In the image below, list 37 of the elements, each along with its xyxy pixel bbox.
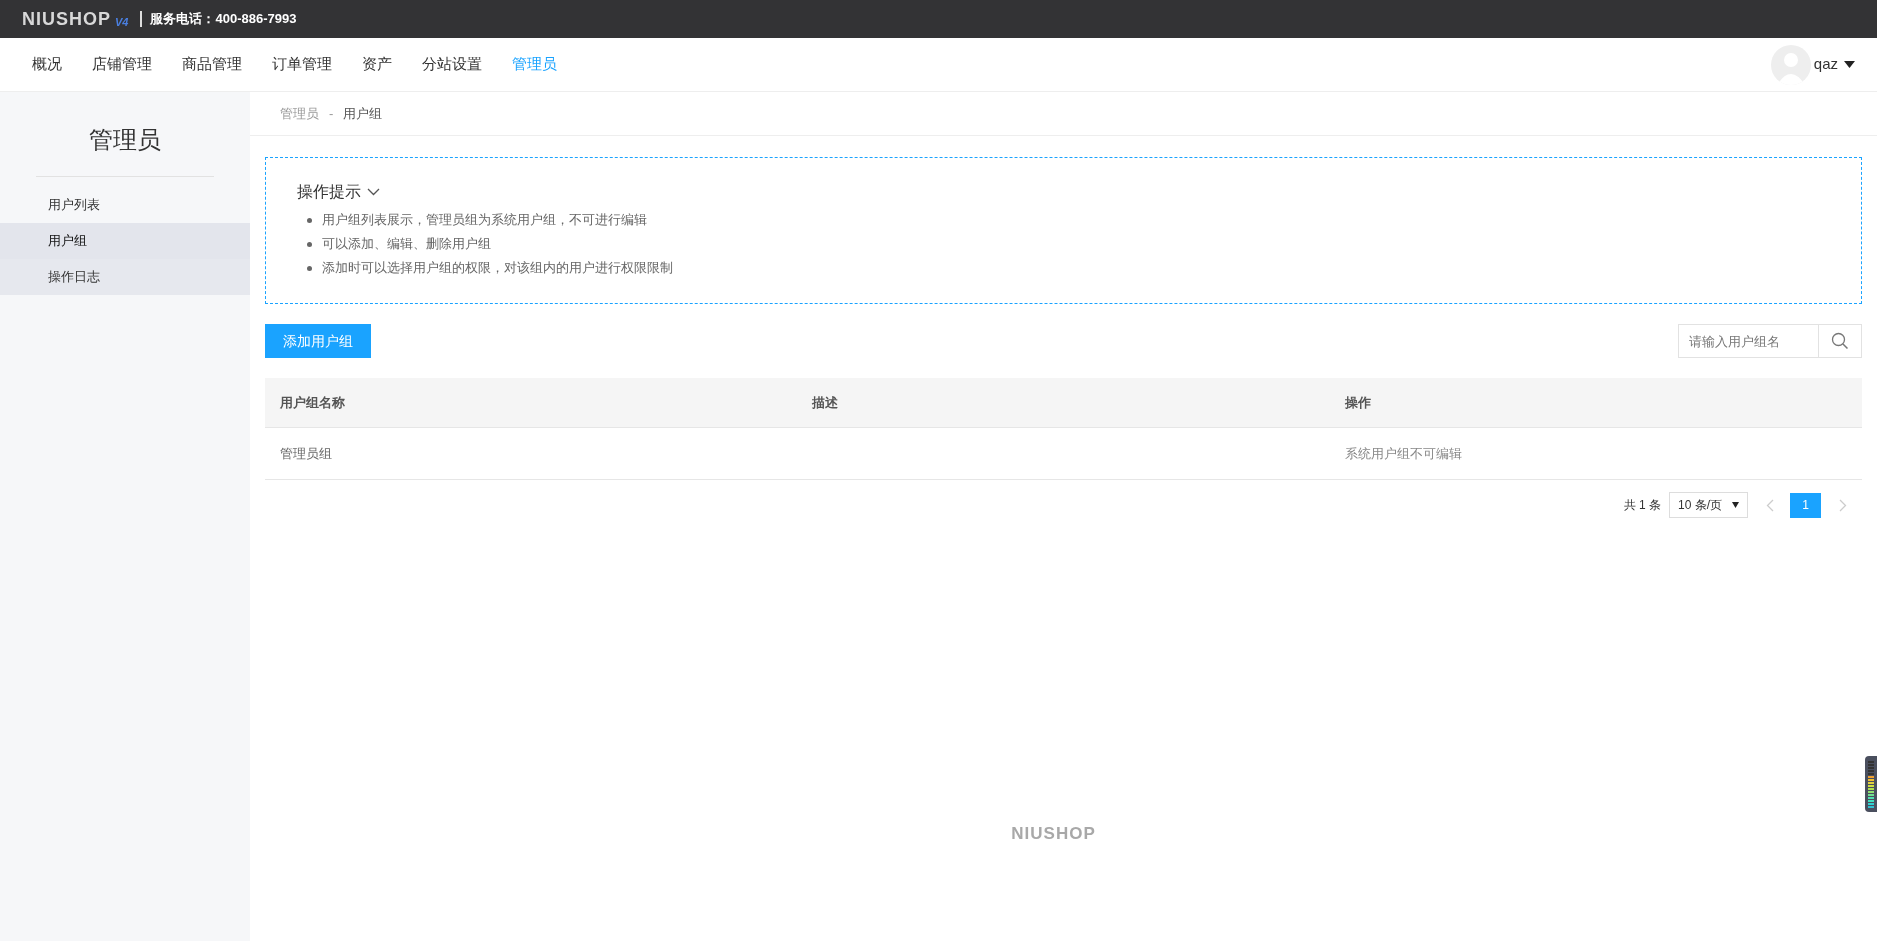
search-field[interactable]: 请输入用户组名 <box>1678 324 1819 358</box>
nav-tab[interactable]: 订单管理 <box>257 53 347 76</box>
table-cell-text: 系统用户组不可编辑 <box>1343 444 1463 463</box>
column-header: 描述 <box>811 393 840 412</box>
chevron-down-icon[interactable] <box>367 188 380 196</box>
logo: NIUSHOP V4 <box>22 10 129 28</box>
search-button[interactable] <box>1819 324 1862 358</box>
username[interactable]: qaz <box>1813 53 1838 76</box>
sidebar-item[interactable]: 用户列表 <box>0 187 250 223</box>
sidebar-item[interactable]: 用户组 <box>0 223 250 259</box>
total-count: 共 1 条 <box>1623 497 1661 514</box>
column-header: 用户组名称 <box>279 393 346 412</box>
caret-icon[interactable] <box>1844 61 1855 68</box>
nav-tab[interactable]: 概况 <box>17 53 77 76</box>
bullet-icon <box>307 265 312 271</box>
bullet-icon <box>307 217 312 223</box>
search-icon[interactable] <box>1831 332 1849 350</box>
tip-text: 添加时可以选择用户组的权限，对该组内的用户进行权限限制 <box>322 259 673 278</box>
tips-title: 操作提示 <box>297 182 361 202</box>
bullet-icon <box>307 241 312 247</box>
column-header: 操作 <box>1343 393 1372 412</box>
breadcrumb-separator: - <box>329 104 334 123</box>
caret-icon[interactable] <box>1732 502 1739 508</box>
tip-text: 可以添加、编辑、删除用户组 <box>322 235 491 254</box>
level-meter-drawing <box>1865 756 1877 812</box>
nav-tab[interactable]: 商品管理 <box>167 53 257 76</box>
table-cell-text: 管理员组 <box>279 444 333 463</box>
sidebar-item[interactable]: 操作日志 <box>0 259 250 295</box>
sidebar-title: 管理员 <box>88 125 162 155</box>
footer-logo: NIUSHOP <box>1011 823 1096 843</box>
nav-tab[interactable]: 分站设置 <box>407 53 497 76</box>
service-phone: 服务电话：400-886-7993 <box>150 10 297 29</box>
nav-tab[interactable]: 资产 <box>347 53 407 76</box>
breadcrumb-link[interactable]: 用户组 <box>343 103 383 124</box>
nav-tab[interactable]: 店铺管理 <box>77 53 167 76</box>
page-size-select[interactable]: 10 条/页 <box>1669 492 1748 518</box>
tip-text: 用户组列表展示，管理员组为系统用户组，不可进行编辑 <box>322 211 647 230</box>
